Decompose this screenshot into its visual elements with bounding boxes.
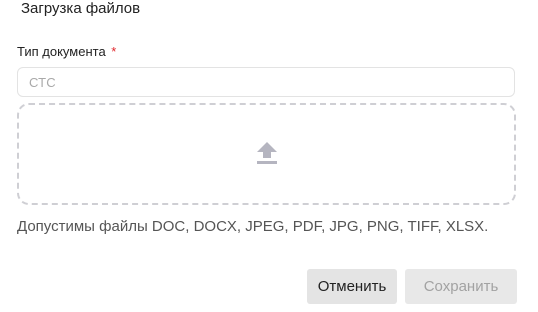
file-dropzone[interactable] bbox=[17, 103, 516, 205]
allowed-formats-text: Допустимы файлы DOC, DOCX, JPEG, PDF, JP… bbox=[17, 218, 489, 235]
cancel-button[interactable]: Отменить bbox=[307, 269, 397, 304]
doc-type-label-text: Тип документа bbox=[17, 44, 106, 59]
save-button[interactable]: Сохранить bbox=[405, 269, 517, 304]
doc-type-label: Тип документа * bbox=[17, 44, 116, 60]
upload-icon[interactable] bbox=[256, 140, 278, 166]
dialog-title: Загрузка файлов bbox=[21, 0, 141, 17]
doc-type-value: СТС bbox=[29, 75, 56, 90]
required-marker: * bbox=[111, 44, 117, 59]
doc-type-select[interactable]: СТС bbox=[17, 67, 515, 97]
